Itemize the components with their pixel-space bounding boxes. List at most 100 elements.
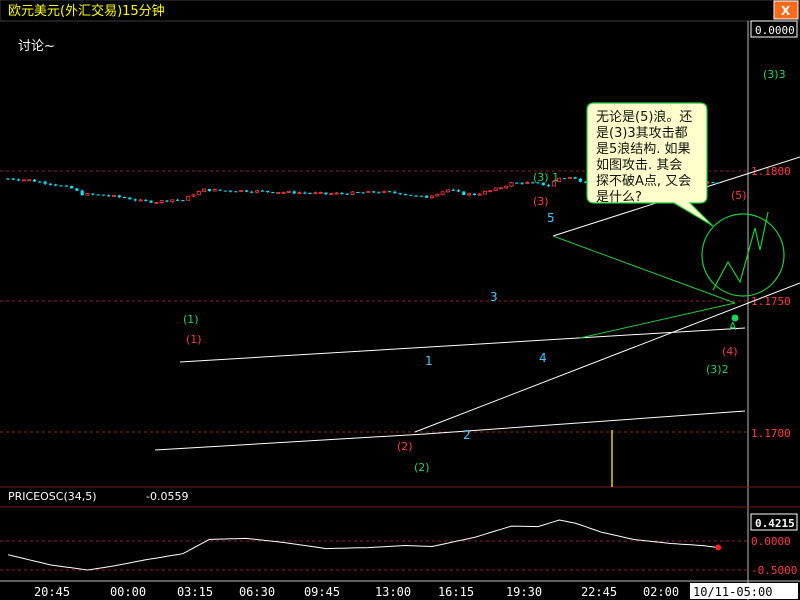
candle — [59, 185, 63, 187]
osc-label-zero: 0.0000 — [751, 535, 791, 548]
candle — [345, 193, 349, 196]
candle — [17, 178, 21, 182]
time-tick-label: 09:45 — [304, 585, 340, 599]
candle — [509, 182, 514, 187]
candle — [11, 178, 15, 181]
candle — [573, 176, 577, 179]
title-bar: 欧元美元(外汇交易)15分钟 X — [0, 0, 800, 22]
candle — [456, 189, 461, 193]
candle — [308, 192, 312, 195]
candle — [429, 195, 434, 199]
candle — [403, 193, 408, 196]
candle — [133, 198, 137, 202]
date-label: 10/11-05:00 — [693, 585, 772, 599]
candle — [292, 190, 296, 195]
wave-label: (3) — [533, 195, 549, 208]
candle — [207, 188, 211, 192]
candle — [255, 190, 260, 194]
time-tick-label: 02:00 — [643, 585, 679, 599]
candle — [54, 183, 58, 187]
price-label-1700: 1.1700 — [751, 427, 791, 440]
wave-label: 2 — [463, 428, 471, 442]
candle — [165, 200, 169, 203]
candle — [64, 185, 68, 187]
candle — [138, 198, 143, 202]
candle — [181, 199, 185, 202]
candle — [425, 195, 429, 198]
oscillator-panel: PRICEOSC(34,5) -0.0559 0.4215 0.0000 -0.… — [0, 490, 798, 577]
osc-label-top: 0.4215 — [755, 517, 795, 530]
candle — [75, 187, 79, 192]
candle — [244, 189, 249, 193]
time-tick-label: 03:15 — [177, 585, 213, 599]
candle — [276, 192, 281, 194]
wave-label: (2) — [397, 440, 413, 453]
chart-canvas: 欧元美元(外汇交易)15分钟 X 讨论~ 0.0000 1.1800 1.175… — [0, 0, 800, 600]
note-label: 讨论~ — [18, 39, 55, 54]
candle — [303, 191, 307, 195]
candle — [482, 190, 487, 195]
candle — [398, 192, 402, 195]
oscillator-line — [7, 519, 719, 571]
price-label-top: 0.0000 — [755, 24, 795, 37]
callout-line-6: 是什么? — [596, 190, 642, 205]
candle — [445, 189, 450, 193]
candle — [520, 182, 524, 185]
candle — [525, 181, 530, 185]
candle — [38, 180, 42, 183]
candle — [271, 191, 275, 194]
candle — [377, 191, 381, 194]
close-button[interactable]: X — [773, 0, 799, 20]
candle — [128, 196, 132, 200]
oscillator-last-point — [715, 544, 722, 551]
candle — [329, 192, 334, 196]
candle — [350, 191, 355, 195]
callout-line-2: 是(3)3其攻击都 — [596, 126, 688, 141]
candle — [21, 179, 26, 182]
candle — [716, 182, 720, 184]
wave-label: (3)2 — [706, 363, 729, 376]
osc-label-bottom: -0.5000 — [751, 564, 797, 577]
wave-label: (3) 1 — [533, 171, 559, 184]
price-label-1800: 1.1800 — [751, 165, 791, 178]
price-axis: 0.0000 1.1800 1.1750 1.1700 — [750, 20, 798, 440]
candle — [711, 181, 715, 184]
indicator-label: PRICEOSC(34,5) — [8, 490, 97, 503]
candle — [202, 188, 207, 192]
candle — [477, 192, 482, 196]
candle — [101, 194, 105, 196]
wave-label: (1) — [183, 313, 199, 326]
candle — [318, 191, 323, 194]
candle — [27, 179, 32, 182]
chart-title: 欧元美元(外汇交易)15分钟 — [8, 3, 165, 19]
candle — [440, 191, 445, 196]
candle — [234, 191, 238, 193]
candle — [493, 187, 498, 192]
candle — [515, 182, 519, 184]
candle — [85, 192, 90, 196]
candle — [462, 191, 466, 196]
candle — [43, 180, 47, 186]
candle — [334, 192, 339, 195]
candle — [488, 190, 493, 193]
candle — [223, 190, 227, 192]
candle — [218, 189, 222, 191]
candle — [149, 200, 153, 204]
candle — [372, 191, 376, 194]
indicator-value: -0.0559 — [146, 490, 188, 503]
candle — [32, 178, 37, 182]
candle — [229, 190, 233, 193]
time-tick-label: 00:00 — [110, 585, 146, 599]
candle — [388, 191, 392, 193]
close-icon: X — [781, 4, 791, 18]
wave-label: (2) — [414, 461, 430, 474]
time-axis: 10/11-05:00 20:45 00:00 03:15 06:30 09:45 13:… — [34, 583, 798, 599]
price-label-1750: 1.1750 — [751, 295, 791, 308]
comment-callout: 无论是(5)浪。还 是(3)3其攻击都 是5浪结构. 如果 如图攻击. 其会 探… — [586, 102, 714, 227]
time-tick-label: 20:45 — [34, 585, 70, 599]
wave-label: 5 — [547, 211, 555, 225]
callout-line-5: 探不破A点, 又会 — [596, 174, 691, 189]
candle — [340, 191, 344, 195]
candle — [498, 187, 503, 190]
candle — [250, 190, 254, 193]
